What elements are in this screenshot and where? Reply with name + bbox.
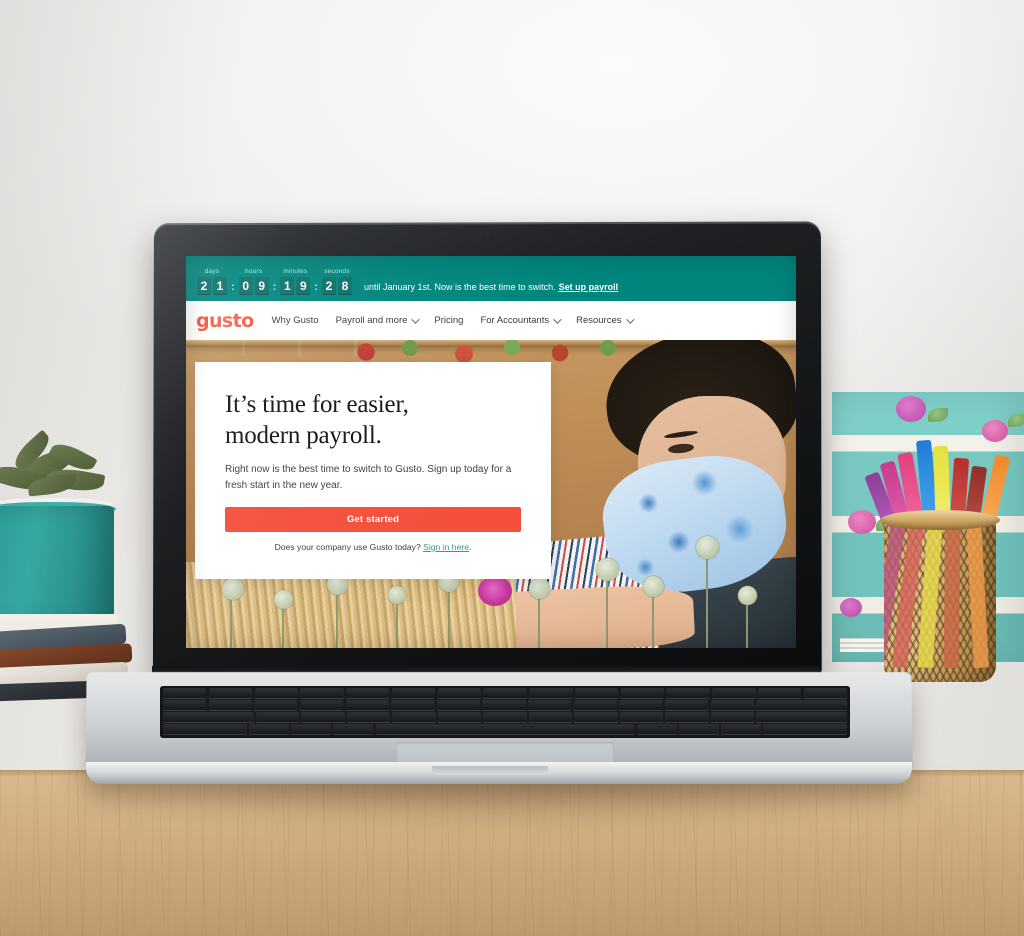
gusto-logo[interactable]: gusto xyxy=(196,310,254,332)
webcam-icon xyxy=(486,233,490,237)
nav-label: Payroll and more xyxy=(335,315,408,326)
digit: 1 xyxy=(280,277,295,295)
countdown-minutes-label: minutes xyxy=(283,268,308,275)
countdown-days-label: days xyxy=(204,268,220,275)
hero-heading-line1: It’s time for easier, xyxy=(225,391,409,418)
countdown-seconds-digits: 2 8 xyxy=(322,277,353,295)
countdown-minutes: minutes 1 9 xyxy=(280,268,311,295)
get-started-button[interactable]: Get started xyxy=(225,507,521,532)
countdown-separator: : xyxy=(231,281,235,293)
site-navigation: gusto Why Gusto Payroll and more Pricing… xyxy=(186,301,796,340)
laptop-screen: days 2 1 : hours 0 9 : minutes 1 9: sec… xyxy=(186,256,796,648)
hero-section: It’s time for easier, modern payroll. Ri… xyxy=(186,340,796,648)
chevron-down-icon xyxy=(625,314,635,324)
digit: 1 xyxy=(213,277,227,295)
countdown-hours-digits: 0 9 xyxy=(238,277,269,295)
hero-subtext: Right now is the best time to switch to … xyxy=(225,464,512,491)
nav-item-why-gusto[interactable]: Why Gusto xyxy=(272,315,319,326)
laptop-lid-notch xyxy=(432,766,548,775)
countdown-timer: days 2 1 : hours 0 9 : minutes 1 9: sec… xyxy=(194,268,355,295)
countdown-seconds-label: seconds xyxy=(324,268,350,275)
digit: 9 xyxy=(296,277,311,295)
chevron-down-icon xyxy=(553,314,562,324)
digit: 0 xyxy=(238,277,253,295)
countdown-separator: : xyxy=(272,281,277,293)
hero-heading-line2: modern payroll. xyxy=(225,421,382,449)
sign-in-prompt: Does your company use Gusto today? Sign … xyxy=(225,542,521,552)
nav-label: For Accountants xyxy=(480,315,550,326)
nav-item-pricing[interactable]: Pricing xyxy=(434,315,463,326)
chevron-down-icon xyxy=(411,314,421,324)
nav-item-payroll-and-more[interactable]: Payroll and more xyxy=(335,314,421,326)
countdown-days: days 2 1 xyxy=(197,268,227,295)
gusto-webpage: days 2 1 : hours 0 9 : minutes 1 9: sec… xyxy=(186,256,796,648)
countdown-hours: hours 0 9 xyxy=(238,268,269,295)
countdown-separator: : xyxy=(314,281,319,293)
hero-card: It’s time for easier, modern payroll. Ri… xyxy=(195,362,551,579)
nav-label: Pricing xyxy=(434,315,464,326)
digit: 2 xyxy=(197,277,211,295)
hero-heading: It’s time for easier, modern payroll. xyxy=(225,390,521,451)
nav-label: Why Gusto xyxy=(271,315,319,326)
sign-in-suffix: . xyxy=(469,542,472,552)
digit: 8 xyxy=(338,277,353,295)
countdown-banner: days 2 1 : hours 0 9 : minutes 1 9: sec… xyxy=(186,256,796,301)
sign-in-here-link[interactable]: Sign in here xyxy=(423,542,469,552)
photo-pink-flower xyxy=(478,576,512,606)
nav-item-for-accountants[interactable]: For Accountants xyxy=(480,314,562,326)
banner-message: until January 1st. Now is the best time … xyxy=(364,282,556,292)
countdown-hours-label: hours xyxy=(245,268,263,275)
sign-in-prefix: Does your company use Gusto today? xyxy=(274,542,424,552)
countdown-seconds: seconds 2 8 xyxy=(322,268,353,295)
countdown-minutes-digits: 1 9 xyxy=(280,277,311,295)
set-up-payroll-link[interactable]: Set up payroll xyxy=(559,282,619,292)
nav-label: Resources xyxy=(576,315,622,326)
banner-message-wrap: until January 1st. Now is the best time … xyxy=(364,282,618,295)
laptop-mockup: days 2 1 : hours 0 9 : minutes 1 9: sec… xyxy=(0,0,1024,936)
nav-item-resources[interactable]: Resources xyxy=(576,314,635,326)
digit: 2 xyxy=(322,277,337,295)
digit: 9 xyxy=(254,277,269,295)
countdown-days-digits: 2 1 xyxy=(197,277,227,295)
laptop-keyboard xyxy=(160,686,850,738)
